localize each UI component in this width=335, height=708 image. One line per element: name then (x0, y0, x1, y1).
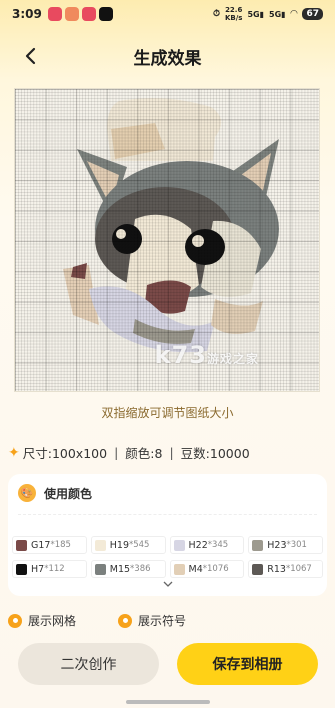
used-colors-header: 🎨 使用颜色 (8, 474, 327, 502)
show-grid-toggle[interactable]: 展示网格 (8, 612, 76, 629)
color-chip: H23 *301 (248, 536, 323, 554)
nav-bar: 生成效果 (0, 34, 335, 78)
color-code: G17 (31, 539, 51, 551)
net-speed-value: 22.6 (225, 6, 243, 14)
color-code: H19 (109, 539, 129, 551)
color-count: *301 (286, 540, 307, 550)
app-notification-icon (47, 7, 62, 21)
stat-separator: | (169, 445, 174, 460)
watermark: k73游戏之家 (155, 341, 259, 369)
app-notification-icon (64, 7, 79, 21)
pattern-stats: ✦ 尺寸:100x100 | 颜色:8 | 豆数:10000 (8, 443, 328, 462)
status-bar: 3:09 ⏱ 22.6 KB/s 5G▮ 5G▮ ◠ 67 (0, 0, 335, 28)
color-chip: R13 *1067 (248, 560, 323, 578)
remix-button[interactable]: 二次创作 (18, 643, 159, 685)
colors-stat: 颜色:8 (125, 446, 163, 461)
color-count: *1076 (202, 564, 229, 574)
watermark-sub: 游戏之家 (206, 352, 259, 366)
stat-separator: | (114, 445, 119, 460)
bead-pattern-preview[interactable]: k73游戏之家 (14, 88, 320, 392)
beads-stat: 豆数:10000 (180, 446, 250, 461)
alarm-icon: ⏱ (212, 9, 220, 19)
color-chip-list: G17 *185 H19 *545 H22 *345 H23 *301 H7 *112 M… (12, 536, 323, 578)
net-speed: 22.6 KB/s (225, 6, 242, 22)
show-symbol-toggle[interactable]: 展示符号 (118, 612, 186, 629)
signal-icon: 5G▮ (247, 9, 264, 19)
color-code: M4 (188, 563, 203, 575)
color-chip: M4 *1076 (169, 560, 245, 578)
display-options: 展示网格 展示符号 (8, 612, 186, 629)
zoom-hint: 双指缩放可调节图纸大小 (101, 406, 234, 420)
color-count: *386 (130, 564, 151, 574)
app-notification-icon (81, 7, 96, 21)
chevron-down-icon (163, 581, 173, 587)
back-button[interactable] (18, 42, 42, 70)
color-code: H7 (31, 563, 45, 575)
save-to-album-button[interactable]: 保存到相册 (177, 643, 318, 685)
signal-icon: 5G▮ (269, 9, 286, 19)
size-stat: 尺寸:100x100 (22, 446, 108, 461)
used-colors-title: 使用颜色 (44, 486, 93, 501)
color-swatch (252, 563, 264, 575)
color-code: H22 (188, 539, 208, 551)
signal-label: 5G (247, 9, 260, 19)
color-count: *185 (50, 540, 71, 550)
color-count: *545 (128, 540, 150, 550)
color-chip: H22 *345 (169, 536, 245, 554)
color-swatch (94, 563, 106, 575)
color-chip: M15 *386 (90, 560, 166, 578)
color-swatch (16, 563, 27, 575)
color-count: *345 (207, 540, 229, 550)
color-swatch (94, 539, 106, 551)
color-swatch (16, 539, 27, 551)
net-speed-unit: KB/s (224, 14, 243, 22)
battery-indicator: 67 (302, 8, 323, 20)
status-time: 3:09 (12, 7, 42, 21)
tiktok-icon (98, 7, 113, 21)
expand-colors-button[interactable] (160, 578, 176, 590)
color-count: *112 (44, 564, 65, 574)
divider (18, 514, 317, 515)
color-code: H23 (267, 539, 287, 551)
notification-icons (47, 7, 113, 21)
status-indicators: ⏱ 22.6 KB/s 5G▮ 5G▮ ◠ 67 (213, 6, 323, 22)
home-indicator (126, 700, 210, 704)
color-swatch (173, 563, 185, 575)
sparkle-icon: ✦ (8, 444, 20, 461)
signal-label: 5G (269, 9, 282, 19)
color-chip: H19 *545 (90, 536, 166, 554)
radio-checked-icon (8, 613, 22, 628)
watermark-main: k73 (154, 341, 207, 369)
palette-icon: 🎨 (18, 484, 36, 502)
radio-checked-icon (118, 613, 133, 628)
color-swatch (252, 539, 264, 551)
page-title: 生成效果 (133, 48, 202, 69)
wifi-icon: ◠ (290, 9, 298, 19)
color-chip: H7 *112 (12, 560, 87, 578)
color-count: *1067 (285, 564, 312, 574)
used-colors-card: 🎨 使用颜色 G17 *185 H19 *545 H22 *345 H23 *301 H… (8, 474, 327, 596)
color-code: R13 (267, 563, 286, 575)
color-code: M15 (109, 563, 131, 575)
show-symbol-label: 展示符号 (138, 614, 187, 628)
show-grid-label: 展示网格 (28, 614, 77, 628)
chevron-left-icon (25, 47, 36, 65)
color-swatch (173, 539, 185, 551)
color-chip: G17 *185 (12, 536, 87, 554)
